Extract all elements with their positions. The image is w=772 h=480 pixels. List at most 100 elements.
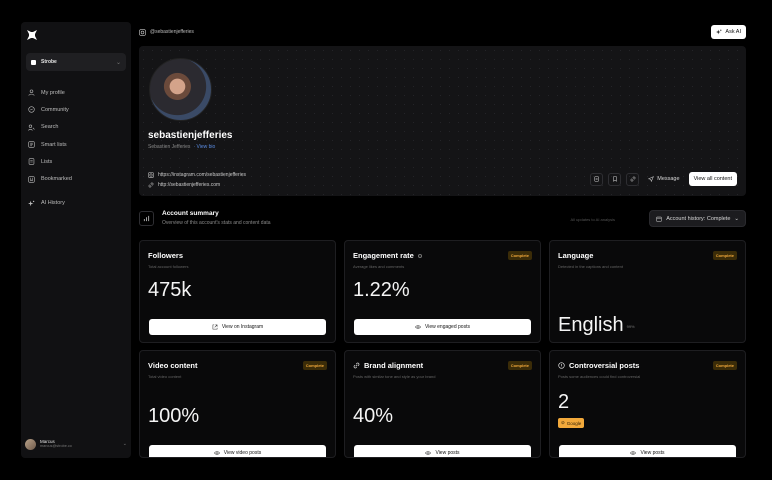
sidebar-item-community[interactable]: Community [28, 101, 126, 118]
link-icon [148, 182, 154, 188]
display-name: Sebastien Jefferies [148, 144, 191, 150]
status-badge: Complete [302, 361, 327, 370]
summary-note: All updates to AI analysis [570, 217, 615, 222]
calendar-icon [656, 216, 662, 222]
bookmark-icon [612, 176, 617, 182]
workspace-icon [31, 59, 36, 65]
sidebar-item-label: Bookmarked [41, 176, 72, 183]
status-badge: Complete [507, 251, 532, 260]
card-subtitle: Average likes and comments [353, 264, 405, 269]
sidebar: Strobe ⌄ My profile Community Search Sma… [21, 22, 131, 458]
video-content-value: 100% [148, 405, 200, 427]
controversial-posts-card: Controversial posts Complete Posts some … [549, 350, 746, 458]
eye-icon [425, 451, 432, 455]
user-email: marcus@strobe.co [40, 444, 72, 448]
eye-icon [415, 325, 421, 329]
followers-value: 475k [148, 279, 192, 301]
profile-links: https://instagram.com/sebastienjefferies… [148, 170, 246, 190]
summary-subtitle: Overview of this account's stats and con… [162, 220, 271, 226]
sparkle-icon [716, 29, 722, 35]
card-title: Engagement rate [353, 251, 414, 260]
profile-avatar [149, 58, 212, 121]
list-icon [28, 158, 35, 165]
profile-actions: Message View all content [590, 172, 737, 186]
user-icon [28, 89, 35, 96]
user-menu[interactable]: Marcus marcus@strobe.co ⌄ [25, 437, 127, 451]
language-value-row: English 99% [558, 314, 635, 337]
status-badge: Complete [507, 361, 532, 370]
card-subtitle: Detected in the captions and content [558, 264, 623, 269]
google-tag[interactable]: ⊘ Google [558, 418, 585, 428]
card-title: Video content [148, 361, 198, 370]
button-label: View posts [640, 450, 665, 456]
engagement-rate-value: 1.22% [353, 279, 410, 301]
language-value: English [558, 314, 624, 336]
view-engaged-posts-button[interactable]: View engaged posts [354, 319, 531, 335]
view-bio-label: View bio [196, 144, 216, 150]
view-bio-link[interactable]: · View bio [193, 144, 215, 150]
card-title-row: Brand alignment [353, 361, 423, 370]
info-icon[interactable] [417, 253, 422, 258]
website-link[interactable]: http://sebastienjefferies.com [148, 180, 246, 190]
sidebar-item-label: My profile [41, 89, 65, 96]
account-history-label: Account history: Complete [666, 215, 731, 222]
status-badge: Complete [712, 361, 737, 370]
card-title: Brand alignment [364, 361, 424, 370]
brand-alignment-value: 40% [353, 405, 394, 427]
followers-card: Followers Total account followers 475k V… [139, 240, 336, 343]
button-label: View engaged posts [425, 324, 470, 330]
bookmark-button[interactable] [608, 172, 622, 186]
sidebar-item-label: AI History [41, 200, 65, 207]
summary-title: Account summary [162, 210, 219, 217]
video-content-card: Video content Complete Total video conte… [139, 350, 336, 458]
view-video-posts-button[interactable]: View video posts [149, 445, 326, 457]
button-label: View video posts [223, 450, 262, 456]
sidebar-item-lists[interactable]: Lists [28, 153, 126, 170]
view-posts-button[interactable]: View posts [559, 445, 736, 457]
add-to-list-button[interactable] [590, 172, 604, 186]
workspace-label: Strobe [41, 59, 57, 65]
message-label: Message [657, 176, 680, 182]
brand-alignment-card: Brand alignment Complete Posts with simi… [344, 350, 541, 458]
sidebar-item-my-profile[interactable]: My profile [28, 84, 126, 101]
account-summary-header: Account summary Overview of this account… [139, 208, 746, 232]
copy-link-button[interactable] [626, 172, 640, 186]
bookmark-icon [28, 176, 35, 183]
view-all-content-button[interactable]: View all content [688, 172, 737, 186]
engagement-rate-card: Engagement rate Complete Average likes a… [344, 240, 541, 343]
card-title-row: Controversial posts [558, 361, 639, 370]
link-icon [353, 362, 360, 369]
sidebar-nav: My profile Community Search Smart lists … [28, 84, 126, 212]
list-add-icon [594, 176, 599, 182]
card-title: Followers [148, 251, 184, 260]
warning-icon [558, 362, 565, 369]
button-label: View posts [435, 450, 460, 456]
sidebar-item-search[interactable]: Search [28, 119, 126, 136]
profile-header: sebastienjefferies Sebastien Jefferies ·… [139, 46, 746, 196]
button-label: View on Instagram [221, 324, 264, 330]
workspace-selector[interactable]: Strobe ⌄ [26, 53, 126, 71]
link-icon [630, 176, 636, 182]
sidebar-item-label: Community [41, 106, 69, 113]
controversial-posts-value: 2 [558, 391, 570, 413]
view-posts-button[interactable]: View posts [354, 445, 531, 457]
view-on-instagram-button[interactable]: View on Instagram [149, 319, 326, 335]
smart-list-icon [28, 141, 35, 148]
bar-chart-icon [139, 211, 154, 226]
message-button[interactable]: Message [644, 173, 683, 186]
card-subtitle: Total video content [148, 374, 182, 379]
card-subtitle: Posts with similar tone and style as you… [353, 374, 436, 379]
nav-divider [28, 188, 126, 195]
instagram-link[interactable]: https://instagram.com/sebastienjefferies [148, 170, 246, 180]
language-card: Language Complete Detected in the captio… [549, 240, 746, 343]
account-history-dropdown[interactable]: Account history: Complete ⌄ [649, 210, 746, 227]
account-handle: @sebastienjefferies [150, 29, 194, 35]
sidebar-item-bookmarked[interactable]: Bookmarked [28, 170, 126, 187]
ask-ai-button[interactable]: Ask AI [711, 25, 746, 39]
logo-icon[interactable] [27, 30, 37, 40]
sidebar-item-smart-lists[interactable]: Smart lists [28, 136, 126, 153]
search-icon [28, 124, 35, 131]
sidebar-item-ai-history[interactable]: AI History [28, 195, 126, 212]
instagram-icon [148, 172, 154, 178]
instagram-url: https://instagram.com/sebastienjefferies [158, 172, 247, 178]
